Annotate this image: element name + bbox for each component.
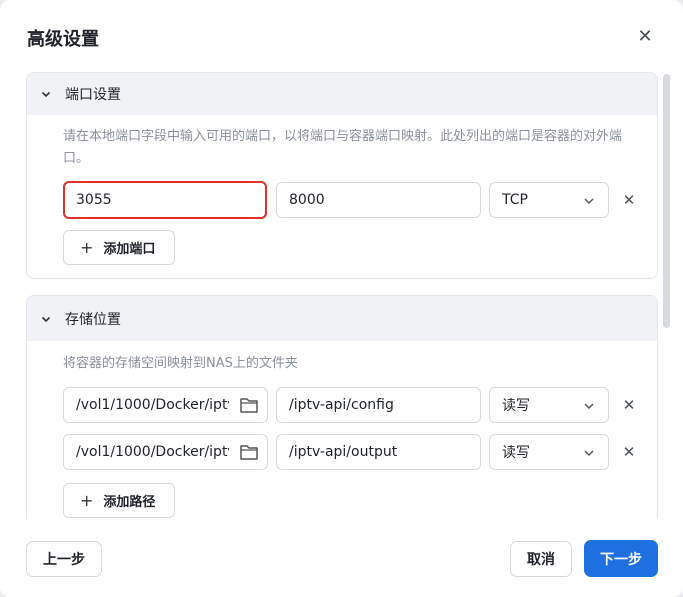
chevron-down-icon xyxy=(39,87,53,101)
folder-icon[interactable] xyxy=(239,443,259,461)
add-path-button[interactable]: + 添加路径 xyxy=(63,483,175,518)
storage-description: 将容器的存储空间映射到NAS上的文件夹 xyxy=(63,356,298,371)
container-path-input[interactable]: /iptv-api/config xyxy=(276,387,481,423)
footer-area xyxy=(0,519,683,597)
add-path-label: 添加路径 xyxy=(103,495,156,510)
host-path-input[interactable]: /vol1/1000/Docker/iptv-api xyxy=(63,387,268,423)
host-path-value: /vol1/1000/Docker/iptv-api xyxy=(76,397,229,413)
add-port-label: 添加端口 xyxy=(103,242,156,257)
container-port-value: 8000 xyxy=(289,192,325,208)
local-port-value: 3055 xyxy=(76,192,112,208)
port-description-line2: 口。 xyxy=(63,151,90,166)
host-path-value: /vol1/1000/Docker/iptv-api xyxy=(76,444,229,460)
chevron-down-icon xyxy=(582,194,596,208)
chevron-down-icon xyxy=(39,312,53,326)
folder-icon[interactable] xyxy=(239,396,259,414)
add-port-button[interactable]: + 添加端口 xyxy=(63,230,175,265)
port-settings-title: 端口设置 xyxy=(65,87,121,103)
container-path-input[interactable]: /iptv-api/output xyxy=(276,434,481,470)
plus-icon: + xyxy=(80,238,94,257)
next-step-button[interactable]: 下一步 xyxy=(584,540,658,577)
remove-path-icon[interactable]: ✕ xyxy=(619,395,639,415)
protocol-select[interactable]: TCP xyxy=(489,182,609,218)
dialog-title: 高级设置 xyxy=(27,29,99,50)
port-description: 请在本地端口字段中输入可用的端口，以将端口与容器端口映射。此处列出的端口是容器的… xyxy=(63,126,643,170)
storage-title: 存储位置 xyxy=(65,311,121,328)
cancel-button[interactable]: 取消 xyxy=(510,541,572,577)
mode-value: 读写 xyxy=(502,445,530,461)
plus-icon: + xyxy=(80,491,94,510)
remove-path-icon[interactable]: ✕ xyxy=(619,442,639,462)
container-port-input[interactable]: 8000 xyxy=(276,182,481,218)
advanced-settings-dialog: 高级设置 ✕ 端口设置 请在本地端口字段中输入可用的端口，以将端口与容器端口映射… xyxy=(0,0,683,597)
container-path-value: /iptv-api/output xyxy=(289,444,398,460)
host-path-input[interactable]: /vol1/1000/Docker/iptv-api xyxy=(63,434,268,470)
mode-select[interactable]: 读写 xyxy=(489,387,609,423)
port-description-line1: 请在本地端口字段中输入可用的端口，以将端口与容器端口映射。此处列出的端口是容器的… xyxy=(63,129,623,144)
previous-step-button[interactable]: 上一步 xyxy=(26,541,102,577)
port-settings-header[interactable]: 端口设置 xyxy=(27,73,657,115)
close-icon[interactable]: ✕ xyxy=(632,23,658,49)
container-path-value: /iptv-api/config xyxy=(289,397,394,413)
protocol-value: TCP xyxy=(502,192,528,208)
chevron-down-icon xyxy=(582,446,596,460)
storage-header[interactable]: 存储位置 xyxy=(27,296,657,341)
mode-value: 读写 xyxy=(502,398,530,414)
local-port-input[interactable]: 3055 xyxy=(63,181,267,219)
chevron-down-icon xyxy=(582,399,596,413)
remove-port-icon[interactable]: ✕ xyxy=(619,190,639,210)
scrollbar[interactable] xyxy=(663,74,670,328)
mode-select[interactable]: 读写 xyxy=(489,434,609,470)
